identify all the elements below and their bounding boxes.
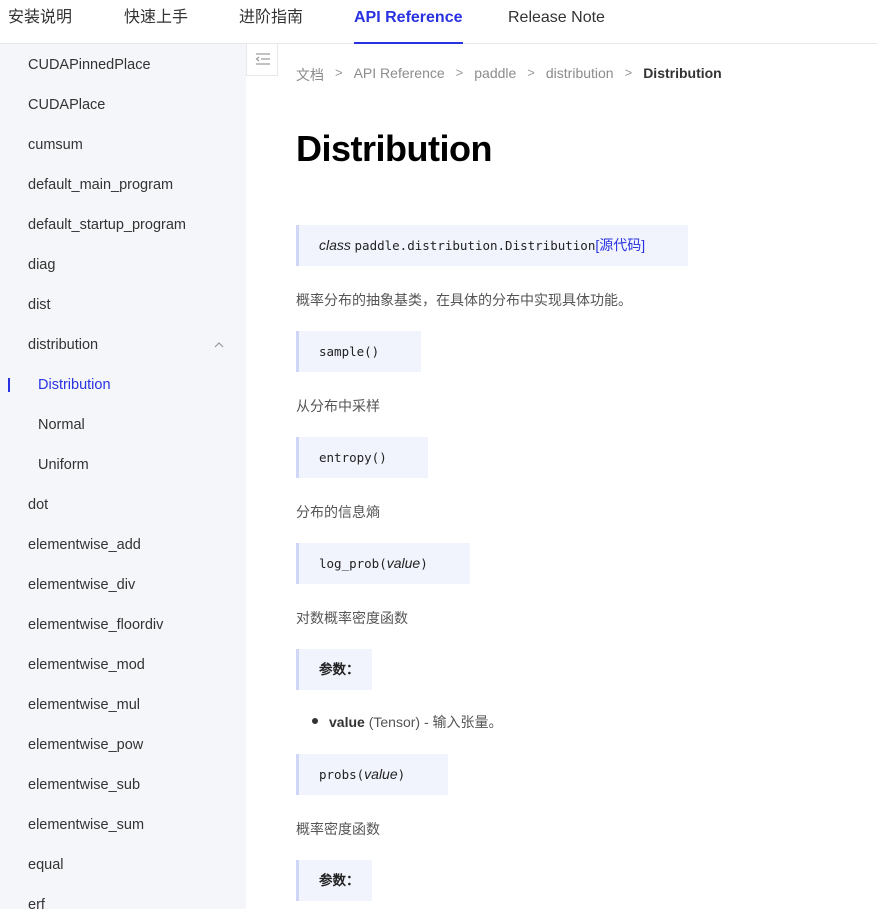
method-log-prob: log_prob(value): [296, 543, 470, 584]
method-param: value: [364, 766, 398, 782]
chevron-right-icon: >: [455, 65, 464, 80]
method-probs-description: 概率密度函数: [296, 821, 380, 837]
params-label: 参数：: [319, 662, 360, 677]
sidebar-item-default-startup-program[interactable]: default_startup_program: [0, 205, 246, 245]
sidebar-item-label: Distribution: [38, 377, 111, 393]
class-keyword: class: [319, 237, 351, 253]
sidebar: CUDAPinnedPlace CUDAPlace cumsum default…: [0, 44, 246, 909]
sidebar-item-label: elementwise_floordiv: [28, 617, 164, 633]
param-name: value: [329, 714, 365, 730]
sidebar-collapse-button[interactable]: [246, 44, 278, 76]
sidebar-item-label: elementwise_mod: [28, 657, 145, 673]
sidebar-item-cudaplace[interactable]: CUDAPlace: [0, 85, 246, 125]
breadcrumb-current: Distribution: [643, 65, 722, 81]
tab-release-note[interactable]: Release Note: [508, 0, 605, 44]
tab-quick-start[interactable]: 快速上手: [124, 0, 188, 44]
sidebar-item-cumsum[interactable]: cumsum: [0, 125, 246, 165]
page-title: Distribution: [296, 128, 492, 169]
sidebar-item-label: CUDAPlace: [28, 97, 106, 113]
sidebar-item-default-main-program[interactable]: default_main_program: [0, 165, 246, 205]
active-indicator: [8, 378, 10, 392]
sidebar-item-label: equal: [28, 857, 64, 873]
sidebar-item-elementwise-floordiv[interactable]: elementwise_floordiv: [0, 605, 246, 645]
sidebar-item-cudapinnedplace[interactable]: CUDAPinnedPlace: [0, 45, 246, 85]
breadcrumb-docs[interactable]: 文档: [296, 65, 324, 85]
sidebar-item-label: cumsum: [28, 137, 83, 153]
method-name: entropy(): [319, 450, 387, 465]
class-name: paddle.distribution.Distribution: [354, 238, 596, 253]
method-entropy: entropy(): [296, 437, 428, 478]
method-entropy-description: 分布的信息熵: [296, 504, 380, 520]
sidebar-item-label: CUDAPinnedPlace: [28, 57, 151, 73]
sidebar-item-equal[interactable]: equal: [0, 845, 246, 885]
param-type: (Tensor): [368, 714, 421, 730]
chevron-right-icon: >: [624, 65, 633, 80]
sidebar-item-label: Uniform: [38, 457, 89, 473]
bullet-dot: [312, 718, 318, 724]
chevron-right-icon: >: [527, 65, 535, 80]
sidebar-item-label: elementwise_add: [28, 537, 141, 553]
sidebar-item-elementwise-add[interactable]: elementwise_add: [0, 525, 246, 565]
sidebar-item-label: diag: [28, 257, 56, 273]
sidebar-item-label: elementwise_sub: [28, 777, 141, 793]
method-name: probs(: [319, 767, 365, 782]
class-signature: class paddle.distribution.Distribution[源…: [296, 225, 688, 266]
sidebar-item-dist[interactable]: dist: [0, 285, 246, 325]
chevron-right-icon: >: [335, 65, 343, 80]
breadcrumb-api-reference[interactable]: API Reference: [354, 65, 445, 81]
method-name: sample(): [319, 344, 380, 359]
breadcrumb-paddle[interactable]: paddle: [474, 65, 516, 81]
method-log-prob-description: 对数概率密度函数: [296, 610, 408, 626]
method-sample-description: 从分布中采样: [296, 398, 380, 414]
sidebar-item-elementwise-mul[interactable]: elementwise_mul: [0, 685, 246, 725]
tab-install[interactable]: 安装说明: [8, 0, 72, 44]
sidebar-item-label: default_main_program: [28, 177, 174, 193]
method-sample: sample(): [296, 331, 421, 372]
method-name: log_prob(: [319, 556, 387, 571]
method-close-paren: ): [397, 767, 406, 782]
sidebar-item-distribution-class[interactable]: Distribution: [0, 365, 246, 405]
top-nav: 安装说明 快速上手 进阶指南 API Reference Release Not…: [0, 0, 877, 44]
tab-api-reference[interactable]: API Reference: [354, 0, 463, 44]
sidebar-item-label: elementwise_mul: [28, 697, 141, 713]
method-probs: probs(value): [296, 754, 448, 795]
sidebar-item-label: Normal: [38, 417, 85, 433]
sidebar-item-elementwise-div[interactable]: elementwise_div: [0, 565, 246, 605]
sidebar-item-label: dot: [28, 497, 49, 513]
sidebar-item-label: distribution: [28, 337, 99, 353]
sidebar-item-label: default_startup_program: [28, 217, 186, 233]
param-text: value (Tensor) - 输入张量。: [329, 712, 503, 732]
params-heading: 参数：: [296, 649, 372, 690]
sidebar-item-label: dist: [28, 297, 51, 313]
method-param: value: [386, 555, 421, 571]
source-code-link[interactable]: [源代码]: [595, 237, 645, 253]
tab-advanced-guide[interactable]: 进阶指南: [239, 0, 303, 44]
breadcrumb: 文档 > API Reference > paddle > distribution > Dis…: [296, 65, 722, 85]
method-close-paren: ): [420, 556, 428, 571]
sidebar-item-label: erf: [28, 897, 45, 909]
params-label: 参数：: [319, 873, 360, 888]
sidebar-item-normal[interactable]: Normal: [0, 405, 246, 445]
sidebar-item-label: elementwise_div: [28, 577, 136, 593]
sidebar-item-label: elementwise_pow: [28, 737, 144, 753]
sidebar-item-dot[interactable]: dot: [0, 485, 246, 525]
breadcrumb-distribution[interactable]: distribution: [546, 65, 614, 81]
sidebar-item-distribution[interactable]: distribution: [0, 325, 246, 365]
class-description: 概率分布的抽象基类，在具体的分布中实现具体功能。: [296, 292, 632, 308]
sidebar-item-uniform[interactable]: Uniform: [0, 445, 246, 485]
params-heading: 参数：: [296, 860, 372, 901]
sidebar-item-elementwise-sub[interactable]: elementwise_sub: [0, 765, 246, 805]
sidebar-item-diag[interactable]: diag: [0, 245, 246, 285]
sidebar-item-label: elementwise_sum: [28, 817, 145, 833]
sidebar-item-elementwise-mod[interactable]: elementwise_mod: [0, 645, 246, 685]
sidebar-item-elementwise-pow[interactable]: elementwise_pow: [0, 725, 246, 765]
sidebar-item-elementwise-sum[interactable]: elementwise_sum: [0, 805, 246, 845]
sidebar-item-erf[interactable]: erf: [0, 885, 246, 909]
param-description: - 输入张量。: [420, 714, 503, 730]
